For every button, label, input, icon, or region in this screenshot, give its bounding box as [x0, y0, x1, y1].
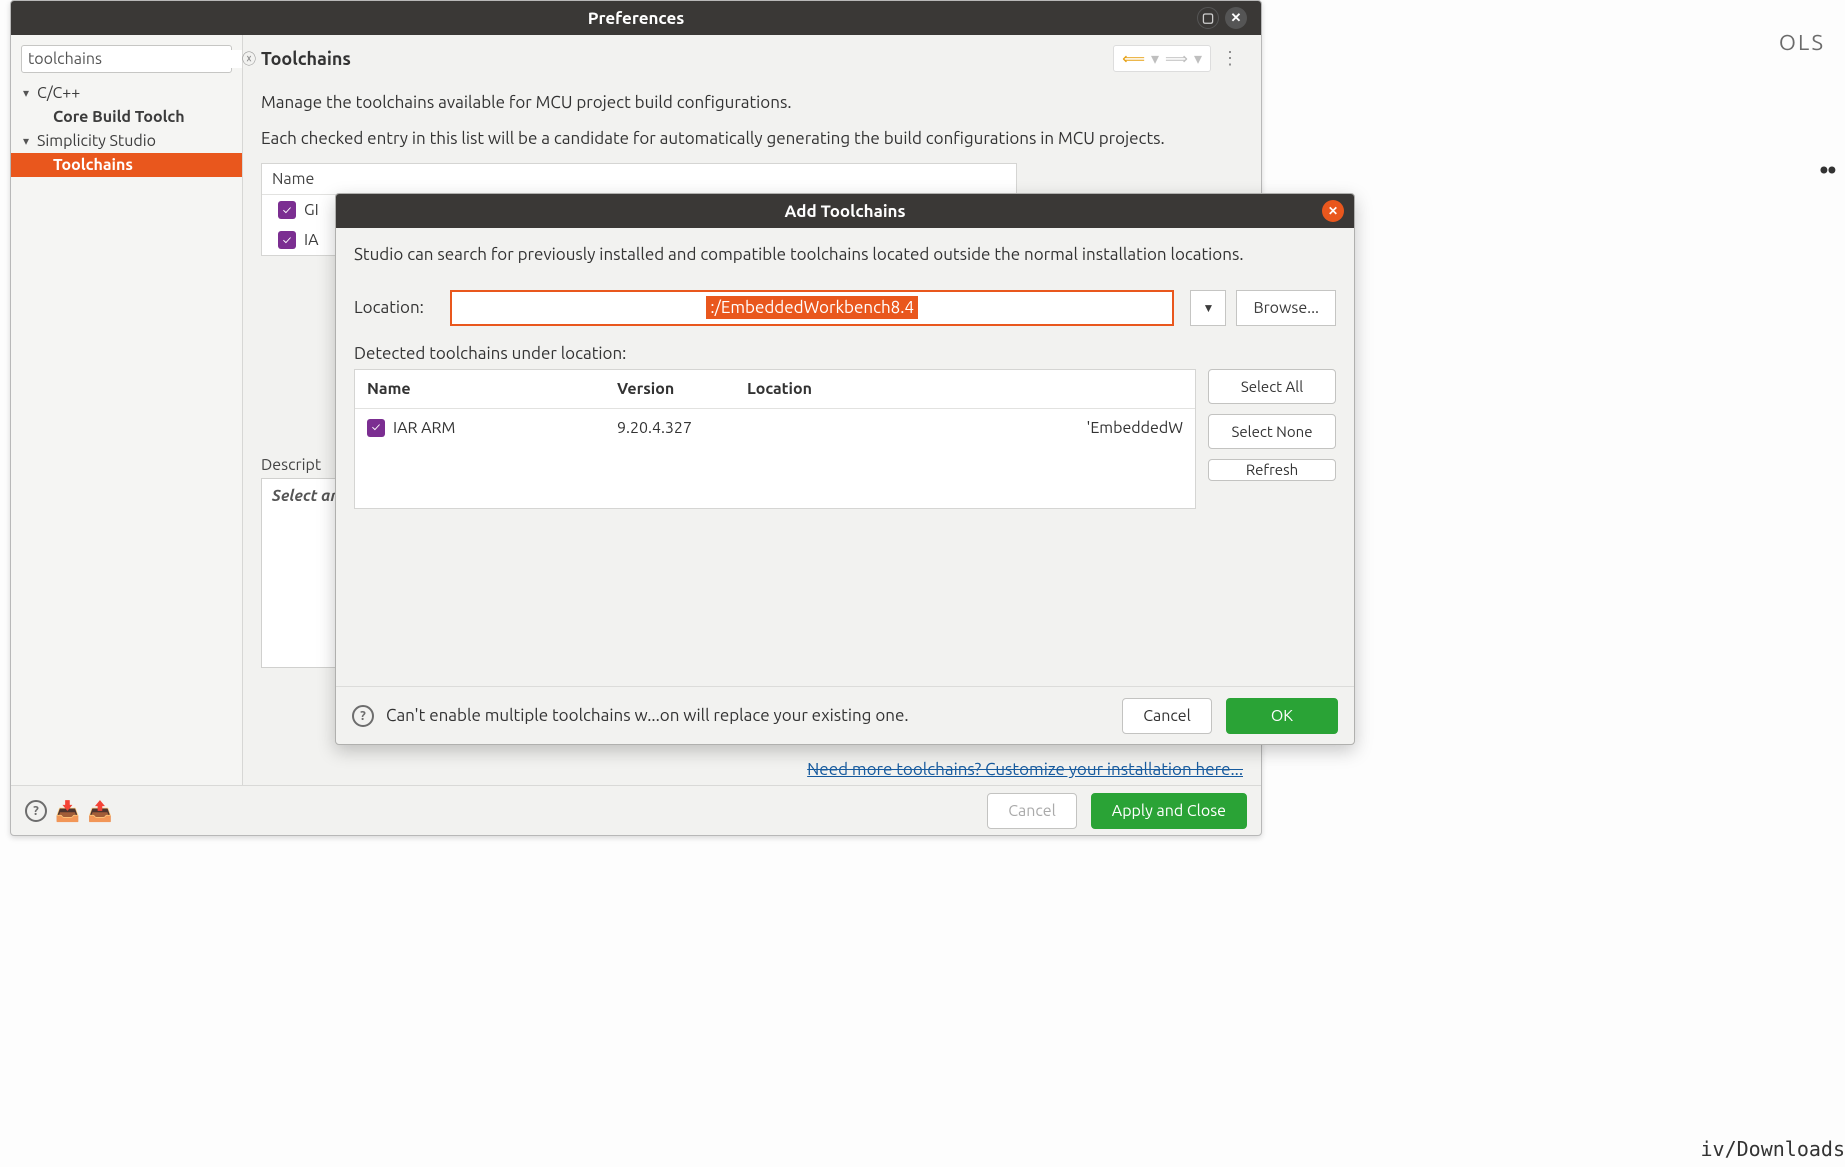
toolchain-name: IA — [304, 231, 319, 249]
ok-button[interactable]: OK — [1226, 698, 1338, 734]
detected-version: 9.20.4.327 — [605, 409, 735, 447]
cancel-button[interactable]: Cancel — [987, 793, 1077, 829]
bg-path-text: iv/Downloads — [1701, 1137, 1845, 1161]
select-all-button[interactable]: Select All — [1208, 369, 1336, 404]
location-input[interactable]: :/EmbeddedWorkbench8.4 — [450, 290, 1174, 326]
preferences-title: Preferences — [588, 9, 685, 28]
need-more-toolchains-link[interactable]: Need more toolchains? Customize your ins… — [807, 760, 1243, 779]
detected-table: Name Version Location ✓ IAR ARM 9.20.4.3… — [354, 369, 1196, 509]
back-icon[interactable]: ⟸ — [1120, 49, 1147, 68]
add-toolchains-bottom-bar: ? Can't enable multiple toolchains w...o… — [336, 686, 1354, 744]
location-label: Location: — [354, 298, 440, 317]
bg-text-ols: OLS — [1779, 30, 1825, 55]
tree-item-core-build[interactable]: Core Build Toolch — [11, 105, 242, 129]
add-toolchains-description: Studio can search for previously install… — [354, 242, 1336, 268]
warning-text: Can't enable multiple toolchains w...on … — [386, 706, 909, 725]
select-none-button[interactable]: Select None — [1208, 414, 1336, 449]
col-location[interactable]: Location — [735, 370, 1195, 408]
tree-label: C/C++ — [37, 84, 80, 102]
tree-item-toolchains[interactable]: Toolchains — [11, 153, 242, 177]
maximize-button[interactable]: ▢ — [1197, 7, 1219, 29]
add-toolchains-dialog: Add Toolchains ✕ Studio can search for p… — [335, 193, 1355, 745]
tree-label: Toolchains — [53, 156, 133, 174]
apply-and-close-button[interactable]: Apply and Close — [1091, 793, 1247, 829]
bg-kebab-icon: •• — [1819, 155, 1835, 186]
panel-title: Toolchains — [261, 49, 351, 69]
checkbox-checked-icon[interactable]: ✓ — [278, 201, 296, 219]
col-version[interactable]: Version — [605, 370, 735, 408]
search-field-wrap[interactable]: ⓧ — [21, 45, 232, 73]
export-icon[interactable]: 📤 — [88, 799, 113, 823]
panel-description-1: Manage the toolchains available for MCU … — [261, 90, 1243, 116]
description-placeholder: Select ar — [272, 487, 337, 505]
kebab-menu-icon[interactable]: ⋮ — [1217, 48, 1243, 69]
import-icon[interactable]: 📥 — [55, 799, 80, 823]
checkbox-checked-icon[interactable]: ✓ — [278, 231, 296, 249]
checkbox-checked-icon[interactable]: ✓ — [367, 419, 385, 437]
toolchain-name: GI — [304, 201, 319, 219]
back-menu-icon[interactable]: ▾ — [1149, 49, 1161, 68]
preferences-sidebar: ⓧ ▾ C/C++ Core Build Toolch ▾ Simplicity… — [11, 35, 243, 785]
refresh-button[interactable]: Refresh — [1208, 459, 1336, 481]
close-dialog-button[interactable]: ✕ — [1322, 200, 1344, 222]
panel-description-2: Each checked entry in this list will be … — [261, 126, 1243, 152]
col-name[interactable]: Name — [355, 370, 605, 408]
caret-down-icon: ▾ — [23, 86, 33, 100]
browse-button[interactable]: Browse... — [1236, 290, 1336, 326]
history-nav: ⟸ ▾ ⟹ ▾ — [1113, 45, 1211, 72]
toolchain-name-header[interactable]: Name — [262, 164, 1016, 195]
caret-down-icon: ▾ — [23, 134, 33, 148]
preferences-bottom-bar: ? 📥 📤 Cancel Apply and Close — [11, 785, 1261, 835]
detected-row[interactable]: ✓ IAR ARM 9.20.4.327 'EmbeddedW — [355, 409, 1195, 447]
add-toolchains-title: Add Toolchains — [784, 202, 905, 221]
tree-item-cpp[interactable]: ▾ C/C++ — [11, 81, 242, 105]
browse-label: Browse... — [1253, 299, 1319, 317]
search-input[interactable] — [28, 50, 242, 68]
forward-menu-icon[interactable]: ▾ — [1192, 49, 1204, 68]
add-toolchains-titlebar: Add Toolchains ✕ — [336, 194, 1354, 228]
preferences-titlebar: Preferences ▢ ✕ — [11, 1, 1261, 35]
forward-icon[interactable]: ⟹ — [1163, 49, 1190, 68]
cancel-button[interactable]: Cancel — [1122, 698, 1212, 734]
close-button[interactable]: ✕ — [1225, 7, 1247, 29]
detected-label: Detected toolchains under location: — [354, 344, 1336, 363]
detected-location: 'EmbeddedW — [735, 409, 1195, 447]
location-value: :/EmbeddedWorkbench8.4 — [706, 296, 918, 319]
detected-table-header: Name Version Location — [355, 370, 1195, 409]
tree-item-simplicity-studio[interactable]: ▾ Simplicity Studio — [11, 129, 242, 153]
help-icon[interactable]: ? — [352, 705, 374, 727]
tree-label: Simplicity Studio — [37, 132, 156, 150]
location-dropdown-button[interactable]: ▼ — [1190, 290, 1226, 326]
detected-name: IAR ARM — [393, 419, 455, 437]
help-icon[interactable]: ? — [25, 800, 47, 822]
tree-label: Core Build Toolch — [53, 108, 185, 126]
